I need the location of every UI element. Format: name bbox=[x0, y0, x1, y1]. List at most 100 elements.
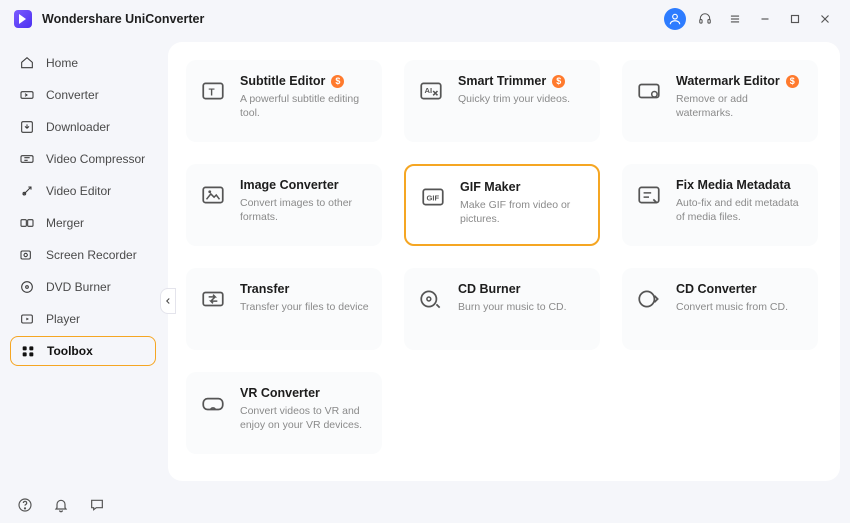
paid-badge: $ bbox=[786, 75, 799, 88]
card-description: Quicky trim your videos. bbox=[458, 92, 570, 106]
sidebar-item-screen-recorder[interactable]: Screen Recorder bbox=[10, 240, 156, 270]
tool-card-smart-trimmer[interactable]: Smart Trimmer$ Quicky trim your videos. bbox=[404, 60, 600, 142]
editor-icon bbox=[18, 182, 36, 200]
card-description: Burn your music to CD. bbox=[458, 300, 567, 314]
tool-card-image-converter[interactable]: Image Converter Convert images to other f… bbox=[186, 164, 382, 246]
card-description: Convert images to other formats. bbox=[240, 196, 370, 224]
merger-icon bbox=[18, 214, 36, 232]
help-icon bbox=[17, 497, 33, 513]
sidebar-item-toolbox[interactable]: Toolbox bbox=[10, 336, 156, 366]
maximize-button[interactable] bbox=[784, 8, 806, 30]
card-title: Watermark Editor$ bbox=[676, 74, 806, 88]
sidebar-item-label: Video Editor bbox=[46, 184, 111, 198]
minimize-button[interactable] bbox=[754, 8, 776, 30]
recorder-icon bbox=[18, 246, 36, 264]
sidebar-item-label: Video Compressor bbox=[46, 152, 145, 166]
card-description: Convert music from CD. bbox=[676, 300, 788, 314]
compressor-icon bbox=[18, 150, 36, 168]
menu-button[interactable] bbox=[724, 8, 746, 30]
sidebar-item-merger[interactable]: Merger bbox=[10, 208, 156, 238]
support-button[interactable] bbox=[694, 8, 716, 30]
card-title: CD Converter bbox=[676, 282, 788, 296]
card-title: CD Burner bbox=[458, 282, 567, 296]
sidebar-collapse-button[interactable] bbox=[160, 288, 176, 314]
content-area: Subtitle Editor$ A powerful subtitle edit… bbox=[168, 42, 840, 481]
app-logo bbox=[14, 10, 32, 28]
tool-card-transfer[interactable]: Transfer Transfer your files to device bbox=[186, 268, 382, 350]
tool-card-cd-converter[interactable]: CD Converter Convert music from CD. bbox=[622, 268, 818, 350]
card-title: Image Converter bbox=[240, 178, 370, 192]
subtitle-icon bbox=[198, 76, 228, 106]
sidebar-item-label: DVD Burner bbox=[46, 280, 111, 294]
card-description: Convert videos to VR and enjoy on your V… bbox=[240, 404, 370, 432]
help-button[interactable] bbox=[16, 496, 34, 514]
sidebar-item-home[interactable]: Home bbox=[10, 48, 156, 78]
tool-card-gif-maker[interactable]: GIF Maker Make GIF from video or pictures… bbox=[404, 164, 600, 246]
tool-card-vr-converter[interactable]: VR Converter Convert videos to VR and enj… bbox=[186, 372, 382, 454]
converter-icon bbox=[18, 86, 36, 104]
paid-badge: $ bbox=[331, 75, 344, 88]
sidebar-item-label: Merger bbox=[46, 216, 84, 230]
tool-card-subtitle-editor[interactable]: Subtitle Editor$ A powerful subtitle edit… bbox=[186, 60, 382, 142]
card-title: VR Converter bbox=[240, 386, 370, 400]
watermark-icon bbox=[634, 76, 664, 106]
downloader-icon bbox=[18, 118, 36, 136]
sidebar-item-label: Player bbox=[46, 312, 80, 326]
card-title: Transfer bbox=[240, 282, 369, 296]
sidebar: Home Converter Downloader Video Compressor V… bbox=[0, 38, 168, 487]
vr-icon bbox=[198, 388, 228, 418]
paid-badge: $ bbox=[552, 75, 565, 88]
transfer-icon bbox=[198, 284, 228, 314]
hamburger-icon bbox=[728, 12, 742, 26]
headset-icon bbox=[698, 12, 712, 26]
card-title: Subtitle Editor$ bbox=[240, 74, 370, 88]
app-title: Wondershare UniConverter bbox=[42, 12, 204, 26]
minimize-icon bbox=[758, 12, 772, 26]
sidebar-item-dvd-burner[interactable]: DVD Burner bbox=[10, 272, 156, 302]
card-description: Make GIF from video or pictures. bbox=[460, 198, 586, 226]
sidebar-item-player[interactable]: Player bbox=[10, 304, 156, 334]
cdconv-icon bbox=[634, 284, 664, 314]
card-description: A powerful subtitle editing tool. bbox=[240, 92, 370, 120]
user-account-button[interactable] bbox=[664, 8, 686, 30]
titlebar: Wondershare UniConverter bbox=[0, 0, 850, 38]
trimmer-icon bbox=[416, 76, 446, 106]
sidebar-item-video-editor[interactable]: Video Editor bbox=[10, 176, 156, 206]
home-icon bbox=[18, 54, 36, 72]
feedback-button[interactable] bbox=[88, 496, 106, 514]
footer bbox=[0, 487, 850, 523]
player-icon bbox=[18, 310, 36, 328]
close-button[interactable] bbox=[814, 8, 836, 30]
chevron-left-icon bbox=[163, 296, 173, 306]
sidebar-item-video-compressor[interactable]: Video Compressor bbox=[10, 144, 156, 174]
sidebar-item-label: Toolbox bbox=[47, 344, 93, 358]
sidebar-item-label: Screen Recorder bbox=[46, 248, 137, 262]
metadata-icon bbox=[634, 180, 664, 210]
card-title: Fix Media Metadata bbox=[676, 178, 806, 192]
bell-icon bbox=[53, 497, 69, 513]
close-icon bbox=[818, 12, 832, 26]
notifications-button[interactable] bbox=[52, 496, 70, 514]
card-title: Smart Trimmer$ bbox=[458, 74, 570, 88]
gif-icon bbox=[418, 182, 448, 212]
sidebar-item-label: Converter bbox=[46, 88, 99, 102]
imageconv-icon bbox=[198, 180, 228, 210]
chat-icon bbox=[89, 497, 105, 513]
user-icon bbox=[668, 12, 682, 26]
tool-card-watermark-editor[interactable]: Watermark Editor$ Remove or add watermark… bbox=[622, 60, 818, 142]
card-description: Remove or add watermarks. bbox=[676, 92, 806, 120]
toolbox-icon bbox=[19, 342, 37, 360]
tool-card-fix-media-metadata[interactable]: Fix Media Metadata Auto-fix and edit meta… bbox=[622, 164, 818, 246]
toolbox-grid: Subtitle Editor$ A powerful subtitle edit… bbox=[186, 60, 822, 454]
card-title: GIF Maker bbox=[460, 180, 586, 194]
dvd-icon bbox=[18, 278, 36, 296]
maximize-icon bbox=[788, 12, 802, 26]
sidebar-item-downloader[interactable]: Downloader bbox=[10, 112, 156, 142]
card-description: Auto-fix and edit metadata of media file… bbox=[676, 196, 806, 224]
sidebar-item-label: Home bbox=[46, 56, 78, 70]
cdburn-icon bbox=[416, 284, 446, 314]
sidebar-item-converter[interactable]: Converter bbox=[10, 80, 156, 110]
sidebar-item-label: Downloader bbox=[46, 120, 110, 134]
card-description: Transfer your files to device bbox=[240, 300, 369, 314]
tool-card-cd-burner[interactable]: CD Burner Burn your music to CD. bbox=[404, 268, 600, 350]
